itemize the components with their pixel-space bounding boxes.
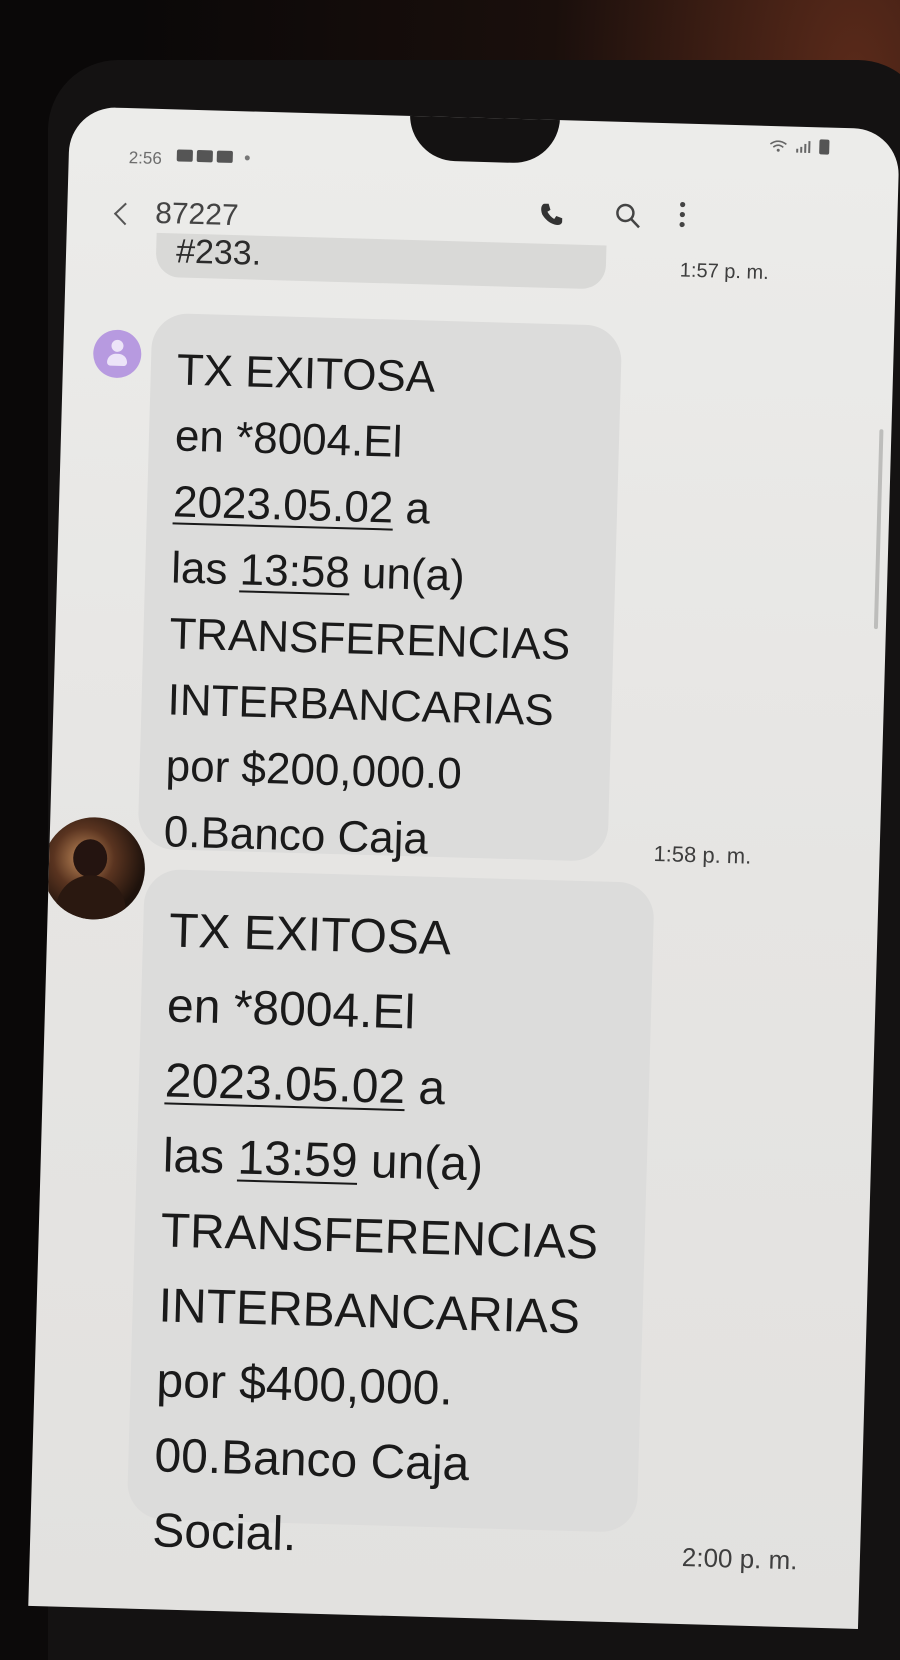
- back-chevron-icon[interactable]: [113, 202, 137, 226]
- message-line: en *8004.El: [174, 403, 594, 481]
- previous-message-text: #233.: [175, 232, 262, 273]
- message-line: en *8004.El: [166, 968, 626, 1056]
- person-icon-body: [106, 353, 128, 367]
- message-text: INTERBANCARIAS: [166, 675, 555, 736]
- message-text: a: [404, 1061, 446, 1116]
- sender-avatar[interactable]: [92, 329, 142, 379]
- message-line: TRANSFERENCIAS: [169, 601, 589, 679]
- notification-icon: [196, 149, 213, 163]
- person-icon: [111, 339, 124, 352]
- message-text: por $400,000.: [155, 1354, 454, 1416]
- message-line: INTERBANCARIAS: [158, 1268, 618, 1356]
- message-link[interactable]: 13:58: [239, 545, 350, 597]
- avatar-figure-body: [55, 874, 127, 921]
- message-link[interactable]: 2023.05.02: [172, 477, 394, 532]
- message-line: TRANSFERENCIAS: [160, 1193, 620, 1281]
- message-line: INTERBANCARIAS: [167, 667, 587, 745]
- message-time: 1:58 p. m.: [653, 840, 752, 869]
- message-bubble[interactable]: TX EXITOSA en *8004.El 2023.05.02 a las 13:…: [126, 868, 655, 1561]
- status-right: [769, 138, 830, 155]
- message-text: Social.: [151, 1504, 298, 1562]
- message-time: 2:00 p. m.: [681, 1542, 798, 1576]
- message-text: en *8004.El: [166, 979, 416, 1040]
- message-line: 0.Banco Caja: [163, 799, 583, 877]
- search-icon[interactable]: [612, 200, 645, 233]
- more-vertical-icon[interactable]: [677, 199, 688, 231]
- message-text: un(a): [356, 1134, 484, 1192]
- signal-icon: [796, 140, 811, 153]
- battery-icon: [819, 139, 830, 155]
- message-line: por $400,000.: [156, 1343, 616, 1431]
- message-line: 2023.05.02 a: [172, 469, 592, 547]
- message-text: a: [392, 483, 431, 534]
- message-line: Social.: [151, 1493, 611, 1581]
- message-text: 00.Banco Caja: [153, 1429, 471, 1492]
- message-line: 00.Banco Caja: [153, 1418, 613, 1506]
- message-text: 0.Banco Caja: [163, 807, 429, 864]
- scrollbar[interactable]: [873, 429, 884, 630]
- wifi-icon: [769, 139, 787, 152]
- contact-name: 87227: [154, 196, 240, 233]
- message-text: las: [170, 543, 241, 595]
- message-line: por $200,000.0: [165, 733, 585, 811]
- message-text: INTERBANCARIAS: [157, 1279, 581, 1345]
- avatar-figure: [72, 838, 108, 878]
- more-notifications-icon: [244, 154, 250, 160]
- message-line: las 13:58 un(a): [170, 535, 590, 613]
- contact-photo-avatar[interactable]: [41, 815, 147, 921]
- message-line: TX EXITOSA: [168, 894, 628, 982]
- notification-icon: [216, 150, 233, 163]
- message-text: TX EXITOSA: [168, 904, 452, 966]
- message-text: en *8004.El: [174, 411, 404, 467]
- phone-screen: 2:56 87227 #233. 1:57 p. m. TX EXITOSA e…: [28, 106, 900, 1630]
- message-text: un(a): [349, 548, 466, 601]
- message-line: TX EXITOSA: [176, 338, 596, 416]
- message-text: las: [162, 1129, 239, 1185]
- message-text: TX EXITOSA: [176, 345, 436, 402]
- message-line: 2023.05.02 a: [164, 1043, 624, 1131]
- notification-icons: [176, 149, 250, 163]
- message-text: por $200,000.0: [165, 741, 463, 799]
- message-text: TRANSFERENCIAS: [160, 1204, 599, 1270]
- message-time: 1:57 p. m.: [679, 259, 770, 284]
- message-text: TRANSFERENCIAS: [168, 609, 571, 670]
- status-time: 2:56: [128, 148, 163, 168]
- message-bubble[interactable]: TX EXITOSA en *8004.El 2023.05.02 a las 13:…: [137, 312, 623, 926]
- notification-icon: [176, 149, 193, 162]
- message-link[interactable]: 13:59: [237, 1132, 359, 1188]
- message-line: las 13:59 un(a): [162, 1118, 622, 1206]
- phone-icon[interactable]: [537, 200, 566, 229]
- message-link[interactable]: 2023.05.02: [164, 1054, 406, 1114]
